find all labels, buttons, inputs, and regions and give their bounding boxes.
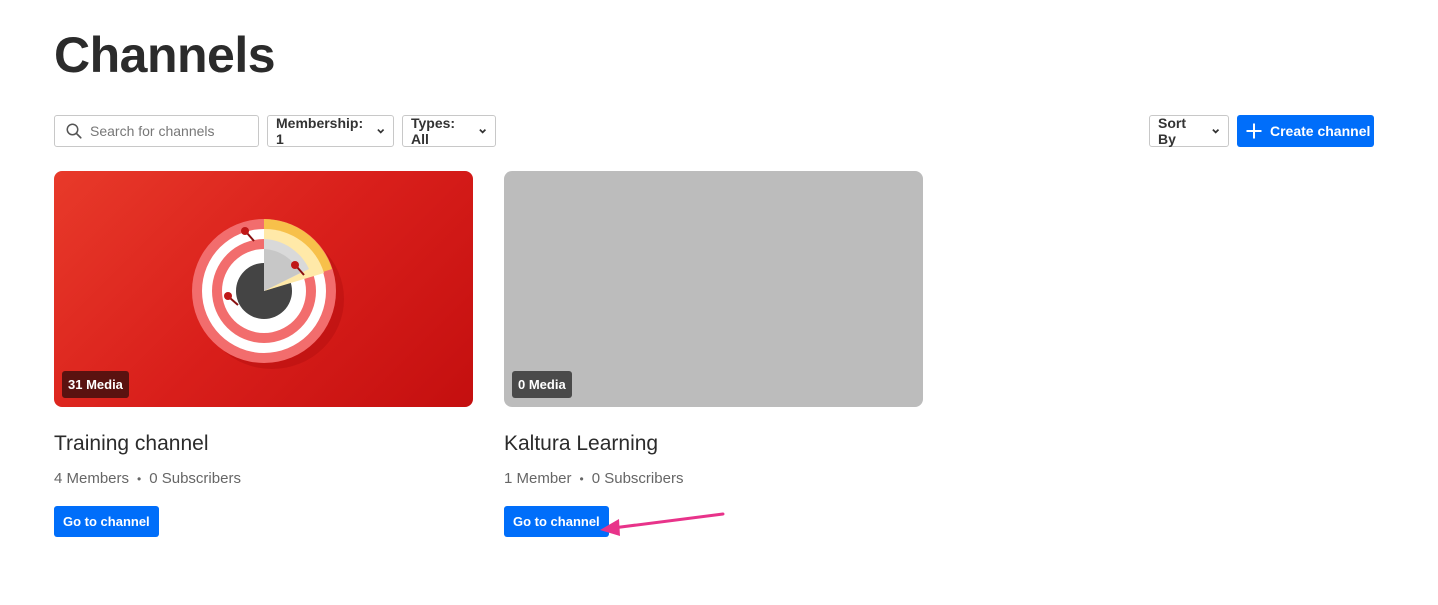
subscribers-count: 0 Subscribers	[149, 470, 241, 487]
separator-dot: •	[137, 471, 142, 486]
chevron-down-icon	[1211, 129, 1219, 134]
page-title: Channels	[54, 27, 276, 83]
go-to-channel-button[interactable]: Go to channel	[54, 506, 159, 537]
search-icon	[66, 123, 82, 139]
channel-card: 31 Media Training channel 4 Members • 0 …	[54, 171, 473, 537]
media-count-badge: 0 Media	[512, 371, 572, 398]
separator-dot: •	[579, 471, 584, 486]
membership-filter-label: Membership: 1	[276, 115, 364, 147]
chevron-down-icon	[376, 128, 384, 134]
channel-title[interactable]: Training channel	[54, 432, 473, 456]
subscribers-count: 0 Subscribers	[591, 470, 684, 487]
sort-by-label: Sort By	[1158, 115, 1186, 147]
channel-stats: 1 Member • 0 Subscribers	[504, 470, 923, 487]
channel-stats: 4 Members • 0 Subscribers	[54, 470, 473, 487]
channel-thumbnail[interactable]: 0 Media	[504, 171, 923, 407]
create-channel-button[interactable]: Create channel	[1237, 115, 1374, 147]
search-input[interactable]	[90, 123, 250, 139]
members-count: 1 Member	[504, 470, 572, 487]
plus-icon	[1246, 123, 1262, 139]
members-count: 4 Members	[54, 470, 130, 487]
go-to-channel-button[interactable]: Go to channel	[504, 506, 609, 537]
types-filter-dropdown[interactable]: Types: All	[402, 115, 496, 147]
search-box[interactable]	[54, 115, 259, 147]
channel-card: 0 Media Kaltura Learning 1 Member • 0 Su…	[504, 171, 923, 537]
chevron-down-icon	[478, 129, 486, 134]
membership-filter-dropdown[interactable]: Membership: 1	[267, 115, 394, 147]
annotation-arrow-icon	[600, 512, 725, 536]
types-filter-label: Types: All	[411, 115, 456, 147]
channel-thumbnail[interactable]: 31 Media	[54, 171, 473, 407]
create-channel-label: Create channel	[1270, 123, 1371, 139]
media-count-badge: 31 Media	[62, 371, 129, 398]
sort-by-dropdown[interactable]: Sort By	[1149, 115, 1229, 147]
channel-title[interactable]: Kaltura Learning	[504, 432, 923, 456]
toolbar: Membership: 1 Types: All Sort By Create …	[54, 115, 1374, 147]
